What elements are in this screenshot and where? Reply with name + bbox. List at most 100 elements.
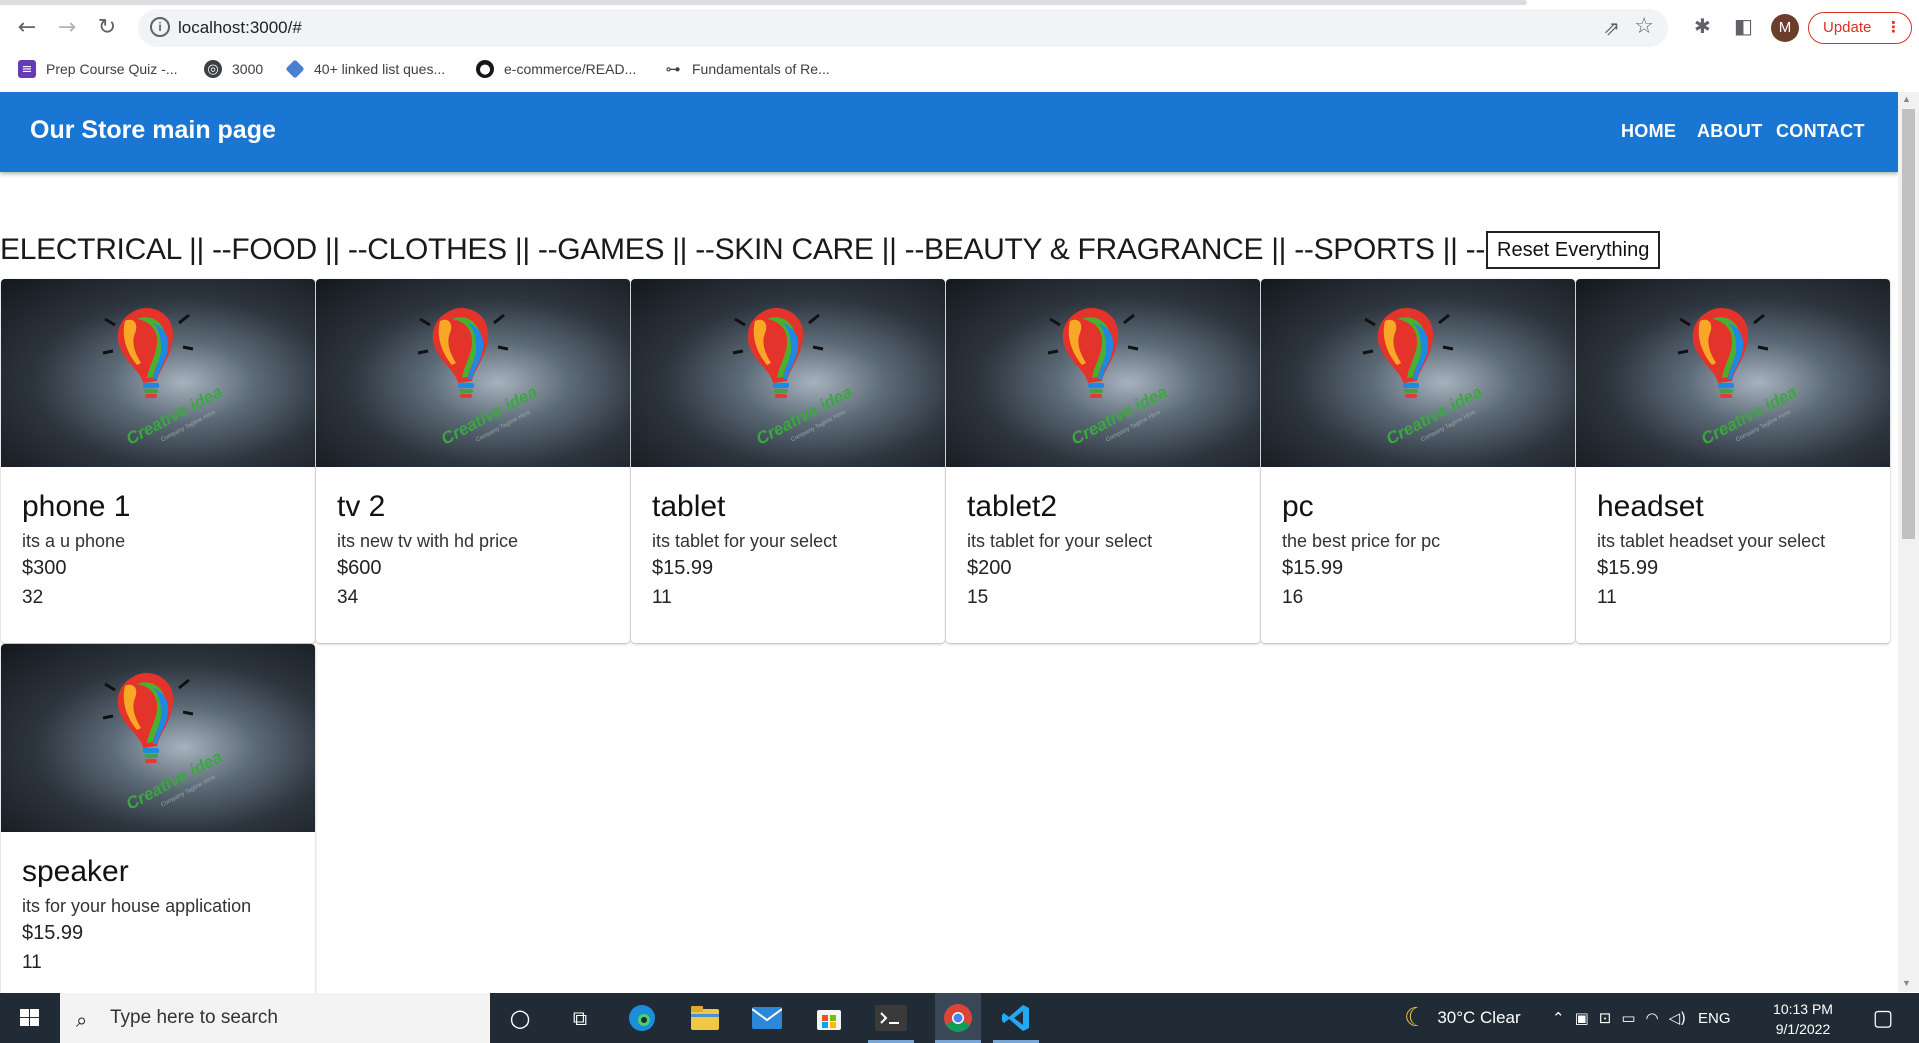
system-tray: ⌃ ▣ ⊡ ▭ ◠ ◁) ENG: [1552, 993, 1731, 1043]
product-price: $15.99: [1597, 557, 1659, 579]
bookmark-item[interactable]: ≡ Prep Course Quiz -...: [18, 56, 178, 82]
lightbulb-logo-icon: Creative idea Company Tagline Here: [1362, 307, 1485, 449]
category-filter-bar: ELECTRICAL || --FOOD || --CLOTHES || --G…: [0, 230, 1661, 270]
battery-icon[interactable]: ▭: [1621, 1009, 1635, 1027]
profile-avatar[interactable]: M: [1771, 14, 1799, 42]
nav-about-link[interactable]: ABOUT: [1697, 121, 1763, 142]
update-button[interactable]: Update ⋮: [1808, 12, 1912, 44]
product-name: tv 2: [337, 490, 386, 523]
product-name: pc: [1282, 490, 1314, 523]
product-quantity: 15: [967, 587, 989, 608]
product-price: $300: [22, 557, 67, 579]
extensions-puzzle-icon[interactable]: ✱: [1694, 14, 1711, 38]
language-indicator[interactable]: ENG: [1698, 1010, 1731, 1027]
product-description: its for your house application: [22, 896, 252, 916]
product-name: speaker: [22, 855, 129, 888]
side-panel-icon[interactable]: ◧: [1734, 14, 1753, 38]
page-scrollbar[interactable]: ▲ ▼: [1898, 92, 1919, 992]
weather-text: 30°C Clear: [1437, 1008, 1521, 1027]
product-quantity: 16: [1282, 587, 1304, 608]
product-card[interactable]: Creative idea Company Tagline Here speak…: [1, 644, 315, 1008]
product-name: phone 1: [22, 490, 131, 523]
moon-icon: ☾: [1404, 1003, 1428, 1033]
page-loading-bar: [0, 0, 1527, 5]
app-bar: Our Store main page HOME ABOUT CONTACT: [0, 92, 1898, 172]
tray-display-icon[interactable]: ⊡: [1599, 1009, 1612, 1027]
scroll-up-arrow-icon[interactable]: ▲: [1902, 94, 1911, 104]
taskbar-search-placeholder[interactable]: Type here to search: [110, 1007, 278, 1029]
lightbulb-logo-icon: Creative idea Company Tagline Here: [102, 672, 225, 814]
site-info-icon[interactable]: i: [150, 17, 170, 37]
bookmarks-bar: ≡ Prep Course Quiz -... ◎ 3000 40+ linke…: [0, 56, 1919, 86]
taskbar-search-box[interactable]: ⌕ Type here to search: [60, 993, 490, 1043]
windows-start-icon[interactable]: [0, 993, 60, 1043]
browser-toolbar: ← → ↻ i localhost:3000/# ⇗ ☆ ✱ ◧ M Updat…: [0, 0, 1919, 92]
nav-home-link[interactable]: HOME: [1621, 121, 1676, 142]
nav-contact-link[interactable]: CONTACT: [1776, 121, 1865, 142]
product-image: Creative idea Company Tagline Here: [1, 279, 315, 467]
notifications-icon[interactable]: ▢: [1866, 1001, 1900, 1035]
product-quantity: 11: [1597, 587, 1617, 608]
weather-widget[interactable]: ☾ 30°C Clear: [1404, 993, 1521, 1043]
volume-icon[interactable]: ◁): [1669, 1009, 1686, 1027]
product-price: $15.99: [1282, 557, 1344, 579]
search-icon: ⌕: [76, 1008, 88, 1032]
tray-chevron-up-icon[interactable]: ⌃: [1552, 1009, 1565, 1027]
product-description: its new tv with hd price: [337, 531, 519, 551]
bookmark-item[interactable]: ◎ 3000: [204, 56, 263, 82]
bookmark-label: 40+ linked list ques...: [314, 61, 446, 77]
product-card[interactable]: Creative idea Company Tagline Here pc th…: [1261, 279, 1575, 643]
product-card[interactable]: Creative idea Company Tagline Here table…: [631, 279, 945, 643]
scrollbar-thumb[interactable]: [1902, 109, 1915, 539]
product-card[interactable]: Creative idea Company Tagline Here phone…: [1, 279, 315, 643]
product-quantity: 32: [22, 587, 44, 608]
edge-browser-icon[interactable]: [625, 1001, 659, 1035]
reload-icon[interactable]: ↻: [92, 12, 122, 42]
product-name: headset: [1597, 490, 1704, 523]
bookmark-item[interactable]: ⊶ Fundamentals of Re...: [664, 56, 830, 82]
product-image: Creative idea Company Tagline Here: [316, 279, 630, 467]
category-list[interactable]: ELECTRICAL || --FOOD || --CLOTHES || --G…: [0, 233, 1485, 267]
product-price: $15.99: [652, 557, 714, 579]
github-icon: ●: [476, 60, 494, 78]
share-icon[interactable]: ⇗: [1603, 16, 1620, 40]
terminal-icon[interactable]: [874, 1001, 908, 1035]
task-view-icon[interactable]: ⧉: [563, 1001, 597, 1035]
product-card[interactable]: Creative idea Company Tagline Here table…: [946, 279, 1260, 643]
address-bar[interactable]: i localhost:3000/# ⇗ ☆: [138, 9, 1668, 47]
bookmark-item[interactable]: ● e-commerce/READ...: [476, 56, 636, 82]
windows-taskbar: ⌕ Type here to search ○ ⧉ ☾ 30°C Clear ⌃…: [0, 993, 1919, 1043]
product-description: its tablet for your select: [967, 531, 1153, 551]
tray-meet-icon[interactable]: ▣: [1575, 1009, 1589, 1027]
scroll-down-arrow-icon[interactable]: ▼: [1902, 978, 1911, 988]
glasses-icon: ⊶: [665, 60, 681, 78]
bookmark-star-icon[interactable]: ☆: [1634, 14, 1654, 39]
microsoft-store-icon[interactable]: [812, 1001, 846, 1035]
product-card[interactable]: Creative idea Company Tagline Here heads…: [1576, 279, 1890, 643]
file-explorer-icon[interactable]: [688, 1001, 722, 1035]
product-price: $200: [967, 557, 1012, 579]
product-description: its tablet for your select: [652, 531, 838, 551]
bookmark-label: Fundamentals of Re...: [692, 61, 830, 77]
taskbar-clock[interactable]: 10:13 PM 9/1/2022: [1768, 999, 1838, 1039]
back-arrow-icon[interactable]: ←: [12, 12, 42, 42]
wifi-icon[interactable]: ◠: [1646, 1009, 1659, 1027]
cortana-icon[interactable]: ○: [503, 1001, 537, 1035]
bookmark-label: Prep Course Quiz -...: [46, 61, 178, 77]
product-image: Creative idea Company Tagline Here: [631, 279, 945, 467]
product-name: tablet2: [967, 490, 1058, 523]
product-image: Creative idea Company Tagline Here: [946, 279, 1260, 467]
clock-time: 10:13 PM: [1773, 1001, 1833, 1017]
page-title: Our Store main page: [30, 116, 276, 144]
forward-arrow-icon[interactable]: →: [52, 12, 82, 42]
mail-icon[interactable]: [750, 1001, 784, 1035]
clock-date: 9/1/2022: [1775, 1021, 1831, 1037]
chrome-icon[interactable]: [935, 993, 981, 1043]
diamond-icon: [285, 59, 305, 79]
update-label: Update: [1823, 19, 1872, 36]
address-url[interactable]: localhost:3000/#: [178, 18, 302, 38]
reset-everything-button[interactable]: Reset Everything: [1486, 231, 1661, 269]
bookmark-item[interactable]: 40+ linked list ques...: [285, 56, 446, 82]
product-card[interactable]: Creative idea Company Tagline Here tv 2 …: [316, 279, 630, 643]
vscode-icon[interactable]: [999, 1001, 1033, 1035]
